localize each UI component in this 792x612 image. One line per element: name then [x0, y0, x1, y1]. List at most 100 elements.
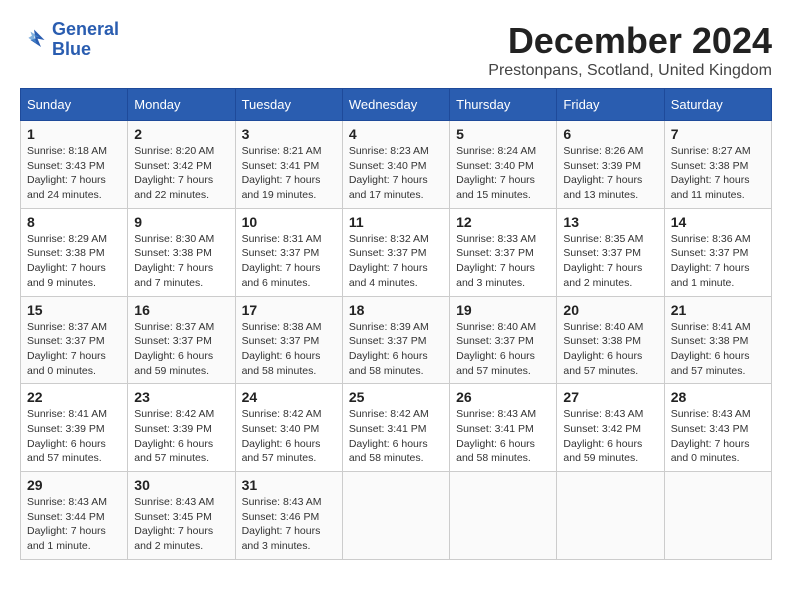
- calendar-cell: 19 Sunrise: 8:40 AM Sunset: 3:37 PM Dayl…: [450, 296, 557, 384]
- day-info: Sunrise: 8:29 AM Sunset: 3:38 PM Dayligh…: [27, 232, 121, 291]
- calendar-cell: 8 Sunrise: 8:29 AM Sunset: 3:38 PM Dayli…: [21, 208, 128, 296]
- month-title: December 2024: [488, 20, 772, 62]
- day-number: 25: [349, 389, 443, 405]
- day-number: 10: [242, 214, 336, 230]
- day-info: Sunrise: 8:42 AM Sunset: 3:41 PM Dayligh…: [349, 407, 443, 466]
- day-number: 19: [456, 302, 550, 318]
- logo-icon: [20, 26, 48, 54]
- calendar-cell: 7 Sunrise: 8:27 AM Sunset: 3:38 PM Dayli…: [664, 121, 771, 209]
- day-number: 22: [27, 389, 121, 405]
- day-number: 14: [671, 214, 765, 230]
- day-info: Sunrise: 8:41 AM Sunset: 3:39 PM Dayligh…: [27, 407, 121, 466]
- header-friday: Friday: [557, 89, 664, 121]
- calendar-week-row: 15 Sunrise: 8:37 AM Sunset: 3:37 PM Dayl…: [21, 296, 772, 384]
- calendar-cell: 9 Sunrise: 8:30 AM Sunset: 3:38 PM Dayli…: [128, 208, 235, 296]
- day-number: 17: [242, 302, 336, 318]
- calendar-cell: 22 Sunrise: 8:41 AM Sunset: 3:39 PM Dayl…: [21, 384, 128, 472]
- day-info: Sunrise: 8:43 AM Sunset: 3:46 PM Dayligh…: [242, 495, 336, 554]
- calendar-cell: 6 Sunrise: 8:26 AM Sunset: 3:39 PM Dayli…: [557, 121, 664, 209]
- day-info: Sunrise: 8:31 AM Sunset: 3:37 PM Dayligh…: [242, 232, 336, 291]
- header-wednesday: Wednesday: [342, 89, 449, 121]
- day-number: 8: [27, 214, 121, 230]
- day-number: 4: [349, 126, 443, 142]
- calendar-cell: 14 Sunrise: 8:36 AM Sunset: 3:37 PM Dayl…: [664, 208, 771, 296]
- calendar-cell: 5 Sunrise: 8:24 AM Sunset: 3:40 PM Dayli…: [450, 121, 557, 209]
- calendar-cell: 27 Sunrise: 8:43 AM Sunset: 3:42 PM Dayl…: [557, 384, 664, 472]
- header-saturday: Saturday: [664, 89, 771, 121]
- day-info: Sunrise: 8:18 AM Sunset: 3:43 PM Dayligh…: [27, 144, 121, 203]
- calendar-cell: [664, 472, 771, 560]
- day-number: 28: [671, 389, 765, 405]
- day-info: Sunrise: 8:32 AM Sunset: 3:37 PM Dayligh…: [349, 232, 443, 291]
- day-info: Sunrise: 8:23 AM Sunset: 3:40 PM Dayligh…: [349, 144, 443, 203]
- day-number: 1: [27, 126, 121, 142]
- day-number: 29: [27, 477, 121, 493]
- day-number: 3: [242, 126, 336, 142]
- day-number: 20: [563, 302, 657, 318]
- day-number: 27: [563, 389, 657, 405]
- day-number: 13: [563, 214, 657, 230]
- title-section: December 2024 Prestonpans, Scotland, Uni…: [488, 20, 772, 80]
- calendar-week-row: 8 Sunrise: 8:29 AM Sunset: 3:38 PM Dayli…: [21, 208, 772, 296]
- header-thursday: Thursday: [450, 89, 557, 121]
- calendar-cell: 24 Sunrise: 8:42 AM Sunset: 3:40 PM Dayl…: [235, 384, 342, 472]
- day-number: 24: [242, 389, 336, 405]
- calendar-cell: 23 Sunrise: 8:42 AM Sunset: 3:39 PM Dayl…: [128, 384, 235, 472]
- day-number: 2: [134, 126, 228, 142]
- calendar-cell: 26 Sunrise: 8:43 AM Sunset: 3:41 PM Dayl…: [450, 384, 557, 472]
- location: Prestonpans, Scotland, United Kingdom: [488, 62, 772, 80]
- day-number: 11: [349, 214, 443, 230]
- calendar-cell: 29 Sunrise: 8:43 AM Sunset: 3:44 PM Dayl…: [21, 472, 128, 560]
- day-number: 15: [27, 302, 121, 318]
- calendar-cell: 1 Sunrise: 8:18 AM Sunset: 3:43 PM Dayli…: [21, 121, 128, 209]
- day-info: Sunrise: 8:39 AM Sunset: 3:37 PM Dayligh…: [349, 320, 443, 379]
- calendar-cell: [557, 472, 664, 560]
- day-info: Sunrise: 8:43 AM Sunset: 3:43 PM Dayligh…: [671, 407, 765, 466]
- calendar-cell: 18 Sunrise: 8:39 AM Sunset: 3:37 PM Dayl…: [342, 296, 449, 384]
- calendar-cell: 3 Sunrise: 8:21 AM Sunset: 3:41 PM Dayli…: [235, 121, 342, 209]
- day-info: Sunrise: 8:43 AM Sunset: 3:44 PM Dayligh…: [27, 495, 121, 554]
- calendar-cell: 2 Sunrise: 8:20 AM Sunset: 3:42 PM Dayli…: [128, 121, 235, 209]
- day-info: Sunrise: 8:26 AM Sunset: 3:39 PM Dayligh…: [563, 144, 657, 203]
- day-info: Sunrise: 8:27 AM Sunset: 3:38 PM Dayligh…: [671, 144, 765, 203]
- calendar-week-row: 22 Sunrise: 8:41 AM Sunset: 3:39 PM Dayl…: [21, 384, 772, 472]
- day-info: Sunrise: 8:41 AM Sunset: 3:38 PM Dayligh…: [671, 320, 765, 379]
- day-info: Sunrise: 8:42 AM Sunset: 3:39 PM Dayligh…: [134, 407, 228, 466]
- day-number: 31: [242, 477, 336, 493]
- calendar-week-row: 29 Sunrise: 8:43 AM Sunset: 3:44 PM Dayl…: [21, 472, 772, 560]
- calendar-cell: 13 Sunrise: 8:35 AM Sunset: 3:37 PM Dayl…: [557, 208, 664, 296]
- calendar-cell: 30 Sunrise: 8:43 AM Sunset: 3:45 PM Dayl…: [128, 472, 235, 560]
- day-info: Sunrise: 8:36 AM Sunset: 3:37 PM Dayligh…: [671, 232, 765, 291]
- day-number: 16: [134, 302, 228, 318]
- day-info: Sunrise: 8:37 AM Sunset: 3:37 PM Dayligh…: [134, 320, 228, 379]
- day-info: Sunrise: 8:43 AM Sunset: 3:41 PM Dayligh…: [456, 407, 550, 466]
- day-number: 26: [456, 389, 550, 405]
- calendar-cell: 17 Sunrise: 8:38 AM Sunset: 3:37 PM Dayl…: [235, 296, 342, 384]
- logo: General Blue: [20, 20, 119, 60]
- day-info: Sunrise: 8:40 AM Sunset: 3:37 PM Dayligh…: [456, 320, 550, 379]
- day-number: 23: [134, 389, 228, 405]
- day-number: 12: [456, 214, 550, 230]
- header-sunday: Sunday: [21, 89, 128, 121]
- day-info: Sunrise: 8:20 AM Sunset: 3:42 PM Dayligh…: [134, 144, 228, 203]
- day-number: 18: [349, 302, 443, 318]
- calendar-cell: 21 Sunrise: 8:41 AM Sunset: 3:38 PM Dayl…: [664, 296, 771, 384]
- day-info: Sunrise: 8:42 AM Sunset: 3:40 PM Dayligh…: [242, 407, 336, 466]
- day-info: Sunrise: 8:33 AM Sunset: 3:37 PM Dayligh…: [456, 232, 550, 291]
- calendar-cell: 28 Sunrise: 8:43 AM Sunset: 3:43 PM Dayl…: [664, 384, 771, 472]
- day-info: Sunrise: 8:21 AM Sunset: 3:41 PM Dayligh…: [242, 144, 336, 203]
- day-number: 6: [563, 126, 657, 142]
- page-header: General Blue December 2024 Prestonpans, …: [20, 20, 772, 80]
- day-number: 9: [134, 214, 228, 230]
- calendar-cell: 16 Sunrise: 8:37 AM Sunset: 3:37 PM Dayl…: [128, 296, 235, 384]
- day-info: Sunrise: 8:38 AM Sunset: 3:37 PM Dayligh…: [242, 320, 336, 379]
- calendar-table: Sunday Monday Tuesday Wednesday Thursday…: [20, 88, 772, 560]
- logo-text: General Blue: [52, 20, 119, 60]
- calendar-cell: 20 Sunrise: 8:40 AM Sunset: 3:38 PM Dayl…: [557, 296, 664, 384]
- calendar-cell: 25 Sunrise: 8:42 AM Sunset: 3:41 PM Dayl…: [342, 384, 449, 472]
- calendar-cell: 10 Sunrise: 8:31 AM Sunset: 3:37 PM Dayl…: [235, 208, 342, 296]
- day-info: Sunrise: 8:24 AM Sunset: 3:40 PM Dayligh…: [456, 144, 550, 203]
- calendar-cell: 31 Sunrise: 8:43 AM Sunset: 3:46 PM Dayl…: [235, 472, 342, 560]
- day-info: Sunrise: 8:40 AM Sunset: 3:38 PM Dayligh…: [563, 320, 657, 379]
- calendar-cell: 4 Sunrise: 8:23 AM Sunset: 3:40 PM Dayli…: [342, 121, 449, 209]
